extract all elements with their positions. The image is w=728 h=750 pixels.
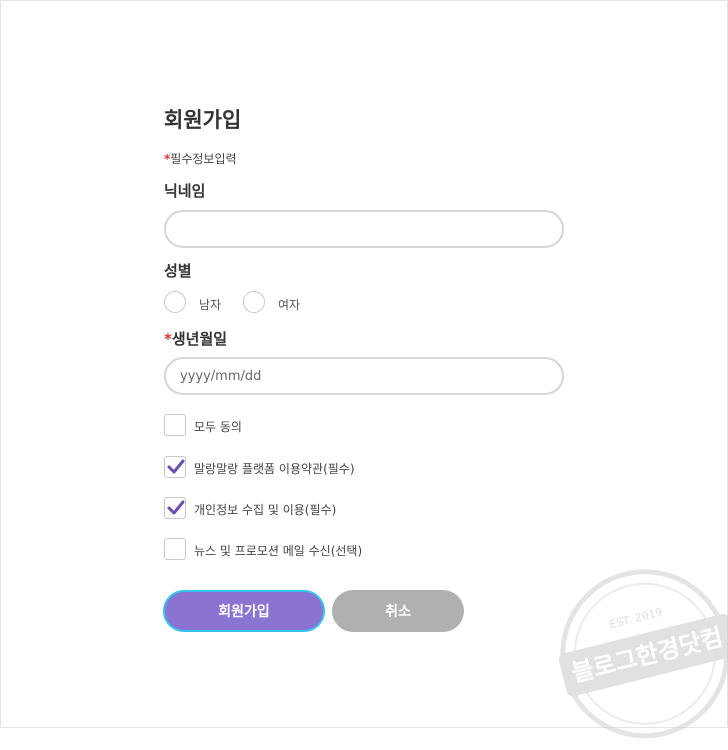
agree-terms-checkbox[interactable] [164,456,186,478]
birthdate-label-text: 생년월일 [171,330,228,348]
checkmark-icon [167,500,185,515]
checkmark-icon [167,459,185,474]
agree-terms-label: 말랑말랑 플랫폼 이용약관(필수) [194,462,355,476]
cancel-button[interactable]: 취소 [332,590,464,632]
agree-marketing-label: 뉴스 및 프로모션 메일 수신(선택) [194,544,363,558]
agree-all-checkbox[interactable] [164,414,186,436]
watermark-stamp: 블로그한경닷컴 EST. 2019 [558,569,728,739]
agree-privacy-checkbox[interactable] [164,497,186,519]
gender-male-label: 남자 [199,298,222,312]
birthdate-input[interactable] [164,357,564,395]
agree-marketing-checkbox[interactable] [164,538,186,560]
gender-female-radio[interactable] [243,291,265,313]
join-button-label: 회원가입 [218,604,270,620]
birthdate-label: *생년월일 [164,328,227,349]
cancel-button-label: 취소 [385,604,411,620]
agree-all-label: 모두 동의 [194,420,242,434]
gender-male-radio[interactable] [164,291,186,313]
required-star: * [164,330,172,348]
watermark-year: EST. 2019 [608,605,664,631]
gender-label: 성별 [164,262,192,280]
agree-privacy-label: 개인정보 수집 및 이용(필수) [194,503,337,517]
nickname-label: 닉네임 [164,182,206,200]
join-button[interactable]: 회원가입 [163,590,325,632]
required-note-text: 필수정보입력 [170,152,237,166]
required-info-note: *필수정보입력 [164,150,237,167]
gender-female-label: 여자 [278,298,301,312]
page-title: 회원가입 [164,108,242,132]
nickname-input[interactable] [164,210,564,248]
